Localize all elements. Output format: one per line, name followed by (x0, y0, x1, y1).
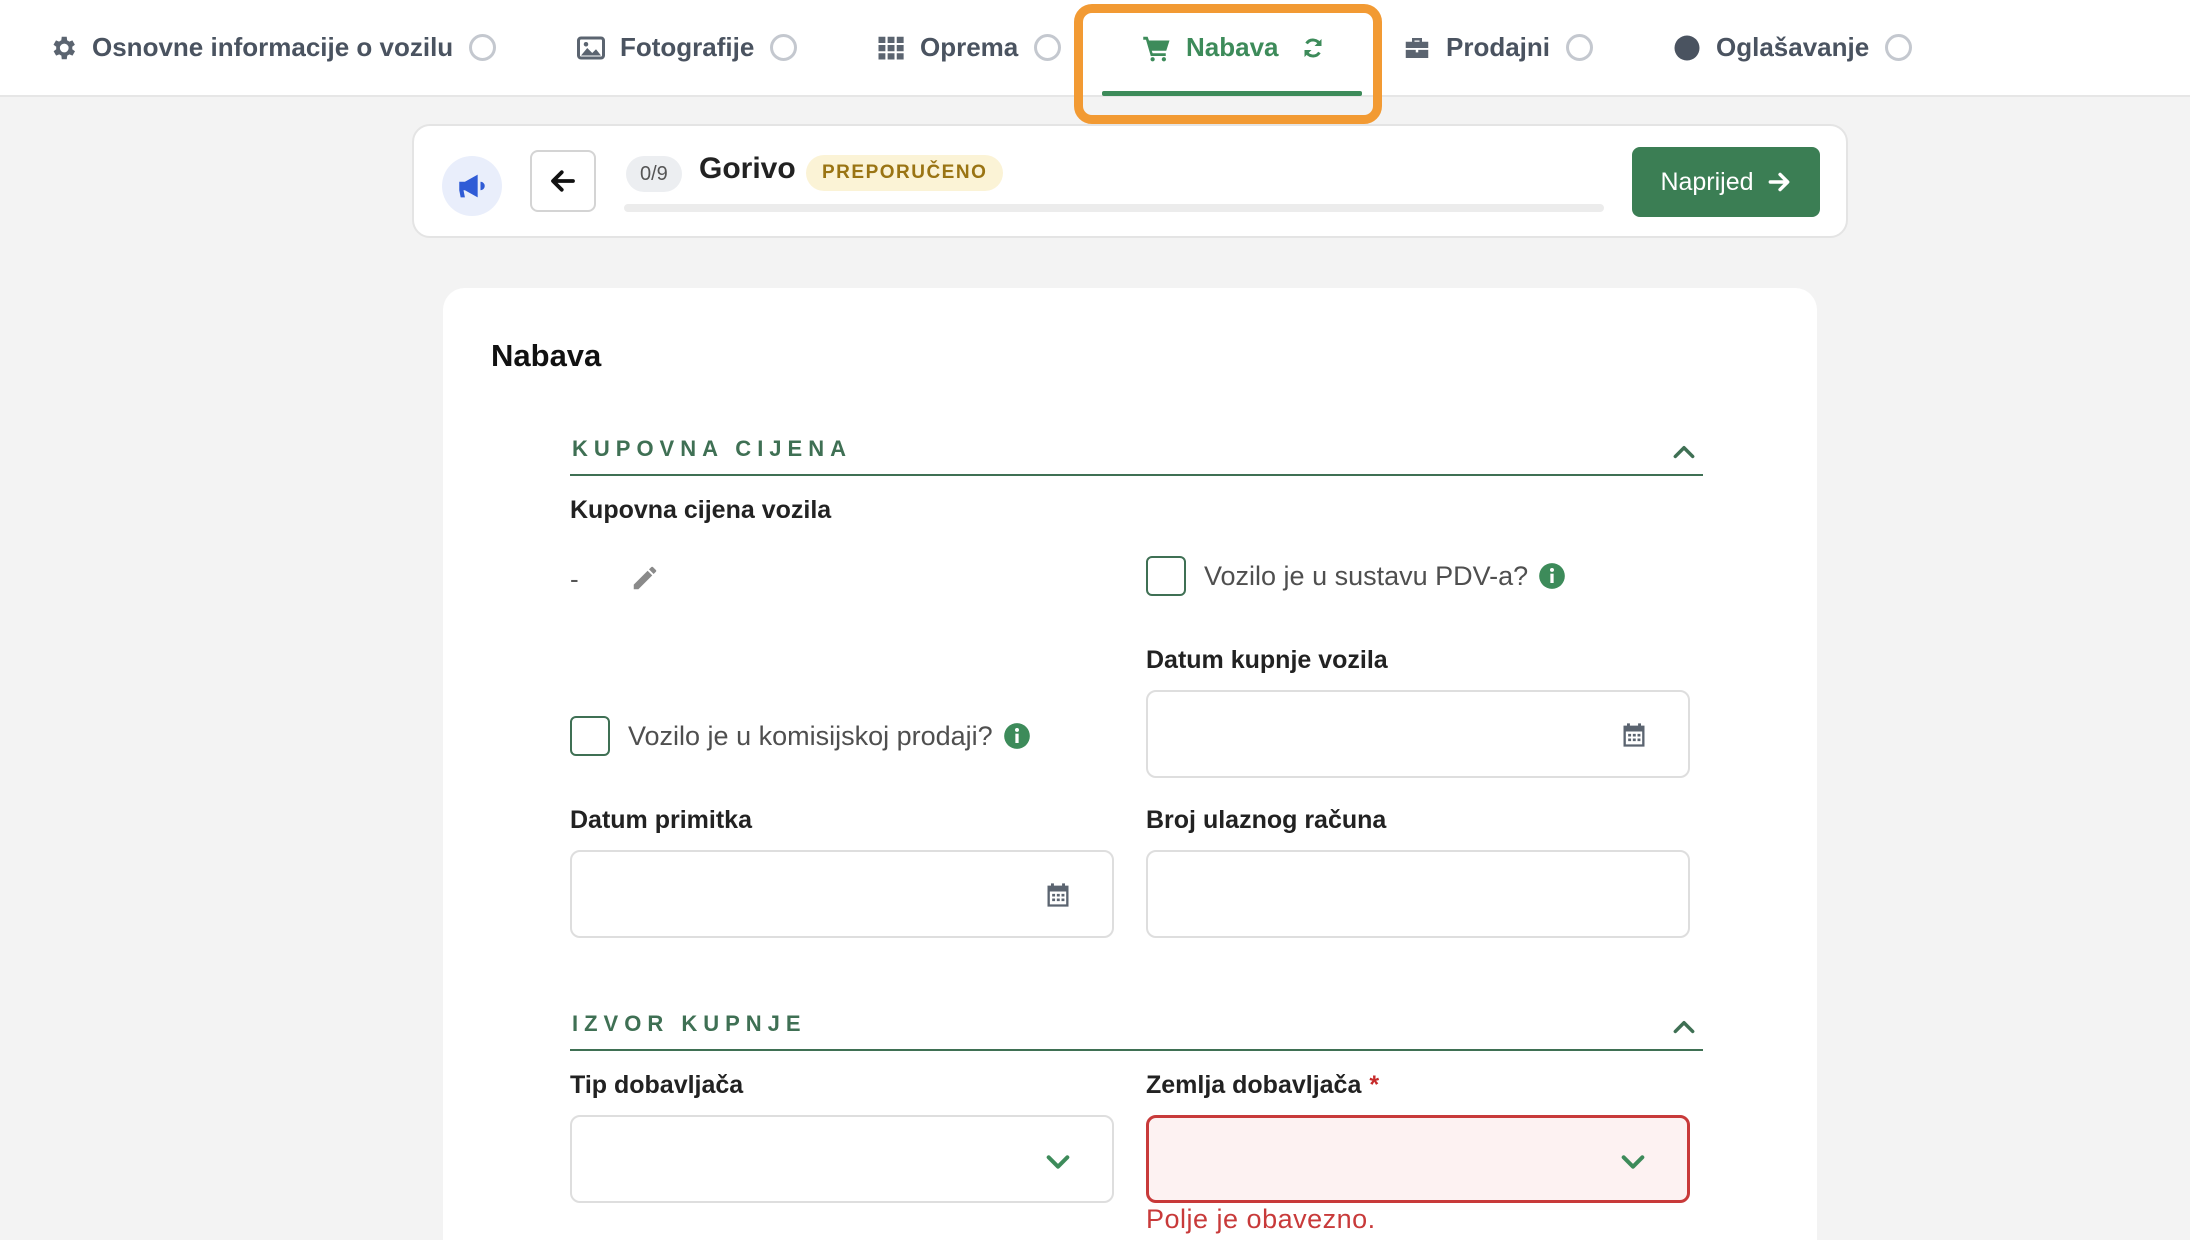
grid-icon (878, 36, 904, 59)
step-progress-track (624, 204, 1604, 212)
calendar-icon (1047, 883, 1069, 907)
next-button[interactable]: Naprijed (1632, 147, 1820, 217)
vat-system-checkbox-row[interactable]: Vozilo je u sustavu PDV-a? (1146, 556, 1566, 596)
back-button[interactable] (530, 150, 596, 212)
purchase-date-input[interactable] (1146, 690, 1690, 778)
tab-procurement[interactable]: Nabava (1142, 0, 1325, 95)
commission-sale-checkbox[interactable] (570, 716, 610, 756)
required-asterisk: * (1369, 1071, 1380, 1099)
purchase-price-label: Kupovna cijena vozila (570, 496, 832, 524)
section-title: IZVOR KUPNJE (572, 1011, 807, 1036)
megaphone-icon (459, 174, 485, 198)
supplier-country-error: Polje je obavezno. (1146, 1204, 1376, 1234)
next-button-label: Naprijed (1660, 167, 1754, 196)
supplier-type-select[interactable] (570, 1115, 1114, 1203)
step-status-circle (469, 34, 497, 61)
chevron-down-icon (1046, 1155, 1070, 1169)
tab-label: Nabava (1186, 32, 1279, 62)
arrow-left-icon (551, 170, 575, 192)
tab-label: Osnovne informacije o vozilu (92, 32, 454, 62)
active-tab-underline (1102, 91, 1362, 96)
chevron-down-icon (1621, 1155, 1645, 1169)
step-counter: 0/9 (626, 156, 682, 192)
step-progress-card: 0/9 Gorivo PREPORUČENO Naprijed (412, 124, 1848, 238)
briefcase-icon (1405, 37, 1429, 58)
tab-label: Oglašavanje (1716, 32, 1870, 62)
section-title: KUPOVNA CIJENA (572, 436, 852, 461)
recommended-badge: PREPORUČENO (806, 155, 1004, 191)
commission-sale-label: Vozilo je u komisijskoj prodaji? (628, 720, 993, 751)
refresh-icon (1304, 38, 1321, 57)
tab-label: Oprema (920, 32, 1019, 62)
arrow-right-icon (1768, 172, 1789, 192)
supplier-country-label-text: Zemlja dobavljača (1146, 1071, 1362, 1099)
vat-system-checkbox[interactable] (1146, 556, 1186, 596)
tab-equipment[interactable]: Oprema (876, 0, 1062, 95)
dot-icon (1674, 35, 1700, 60)
chevron-up-icon[interactable] (1671, 1015, 1697, 1037)
vat-system-label: Vozilo je u sustavu PDV-a? (1204, 560, 1529, 591)
form-title: Nabava (491, 338, 602, 373)
step-status-circle (770, 34, 798, 61)
tab-label: Fotografije (620, 32, 755, 62)
invoice-number-input[interactable] (1146, 850, 1690, 938)
announcement-button[interactable] (442, 156, 502, 216)
gear-icon (53, 36, 75, 59)
section-purchase-price-header[interactable]: KUPOVNA CIJENA (570, 426, 1703, 476)
tab-advertising[interactable]: Oglašavanje (1672, 0, 1913, 95)
pencil-icon[interactable] (630, 563, 660, 593)
info-icon[interactable] (1538, 562, 1566, 590)
step-status-circle (1034, 34, 1062, 61)
tab-photos[interactable]: Fotografije (576, 0, 798, 95)
section-purchase-source-header[interactable]: IZVOR KUPNJE (570, 1001, 1703, 1051)
chevron-up-icon[interactable] (1671, 440, 1697, 462)
info-icon[interactable] (1003, 722, 1031, 750)
step-tab-bar: Osnovne informacije o vozilu Fotografije… (0, 0, 2190, 97)
receipt-date-input[interactable] (570, 850, 1114, 938)
calendar-icon (1623, 723, 1645, 747)
invoice-number-label: Broj ulaznog računa (1146, 806, 1387, 834)
cart-icon (1143, 36, 1170, 61)
supplier-type-label: Tip dobavljača (570, 1071, 744, 1099)
step-status-circle (1885, 34, 1913, 61)
supplier-country-label: Zemlja dobavljača * (1146, 1071, 1379, 1100)
procurement-form-card: Nabava KUPOVNA CIJENA Kupovna cijena voz… (443, 288, 1817, 1240)
commission-sale-checkbox-row[interactable]: Vozilo je u komisijskoj prodaji? (570, 716, 1031, 756)
step-status-circle (1566, 34, 1594, 61)
receipt-date-label: Datum primitka (570, 806, 752, 834)
tab-sales[interactable]: Prodajni (1402, 0, 1594, 95)
tab-basic-info[interactable]: Osnovne informacije o vozilu (48, 0, 497, 95)
tab-label: Prodajni (1446, 32, 1551, 62)
current-step-name: Gorivo (699, 152, 796, 185)
purchase-price-value: - (570, 564, 579, 594)
supplier-country-select[interactable] (1146, 1115, 1690, 1203)
purchase-date-label: Datum kupnje vozila (1146, 646, 1388, 674)
image-icon (577, 36, 605, 59)
